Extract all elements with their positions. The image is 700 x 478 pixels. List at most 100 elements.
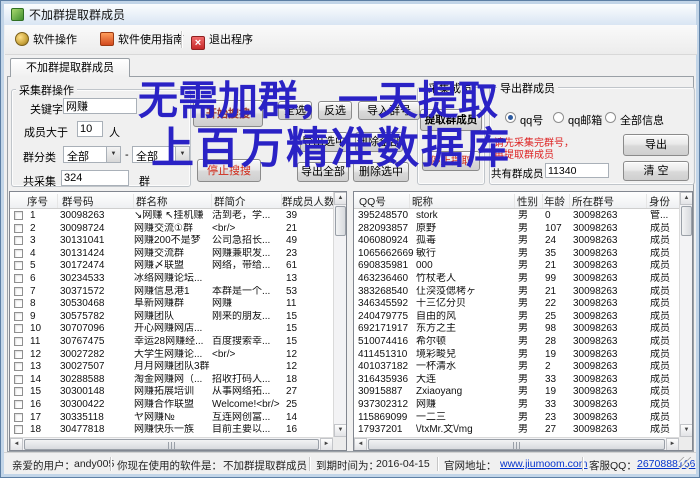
row-checkbox[interactable] [14,387,23,396]
column-header[interactable]: 昵称 [412,194,515,208]
row-checkbox[interactable] [14,425,23,434]
scroll-up-icon[interactable]: ▲ [334,192,347,205]
group-table-row[interactable]: 1430288588淘金网赚网（...招收打码人...18 [10,374,346,387]
category-combo-1[interactable]: 全部 ▼ [63,146,121,163]
member-table-row[interactable]: 395248570stork男030098263管... [354,210,692,223]
member-table-row[interactable]: 401037182一杯清水男230098263成员 [354,361,692,374]
member-table-row[interactable]: 240479775自由的风男2530098263成员 [354,311,692,324]
member-table-row[interactable]: 937302312网赚男3330098263成员 [354,399,692,412]
total-members-input[interactable] [545,163,609,178]
group-table-row[interactable]: 830530468阜新网赚群网赚11 [10,298,346,311]
clear-button[interactable]: 清 空 [623,161,689,181]
row-checkbox[interactable] [14,236,23,245]
member-table-row[interactable]: 406080924孤毒男2430098263成员 [354,235,692,248]
group-table-row[interactable]: 1130767475幸运28网赚经...百度搜索幸...15 [10,336,346,349]
member-table-row[interactable]: 316435936大连男3330098263成员 [354,374,692,387]
member-table-row[interactable]: 463236460竹杖老人男9930098263成员 [354,273,692,286]
column-header[interactable]: 群简介 [214,194,282,208]
row-checkbox[interactable] [14,312,23,321]
column-header[interactable]: 身份 [649,194,683,208]
radio-all-info[interactable] [605,112,616,123]
row-checkbox[interactable] [14,350,23,359]
column-header[interactable]: 群名称 [136,194,212,208]
row-checkbox[interactable] [14,324,23,333]
row-checkbox[interactable] [14,362,23,371]
category-combo-2[interactable]: 全部 ▼ [132,146,190,163]
group-table-row[interactable]: 330131041网赚200不是梦公司急招长...49 [10,235,346,248]
group-table-row[interactable]: 1630300422网赚合作联盟Welcome!<br/>25 [10,399,346,412]
delete-all-button[interactable]: 删除全部 [355,132,403,152]
group-table-row[interactable]: 1330027507月月网赚团队3群12 [10,361,346,374]
group-table-header[interactable]: 序号群号码群名称群简介群成员人数 [10,192,333,209]
member-table-row[interactable]: 346345592十三亿分贝男2230098263成员 [354,298,692,311]
website-link[interactable]: www.jiumoom.com [500,458,588,470]
toolbar-item-software-ops[interactable]: 软件操作 [15,30,77,50]
import-group-numbers-button[interactable]: 导入群号 [358,101,420,120]
row-checkbox[interactable] [14,413,23,422]
member-table-row[interactable]: 690835981000男2130098263成员 [354,260,692,273]
member-table-row[interactable]: 692171917东方之主男9830098263成员 [354,323,692,336]
row-checkbox[interactable] [14,337,23,346]
tab-extract-members[interactable]: 不加群提取群成员 [10,58,130,77]
group-table-vscrollbar[interactable]: ▲ ▼ [333,192,346,437]
export-button[interactable]: 导出 [623,134,689,156]
toolbar-item-exit[interactable]: ×退出程序 [191,30,253,50]
invert-select-button[interactable]: 反选 [318,101,352,120]
group-table-row[interactable]: 730371572网赚信息港1本群是一个...53 [10,286,346,299]
scroll-down-icon[interactable]: ▼ [680,424,693,437]
select-all-button[interactable]: 全选 [278,101,312,120]
member-table-row[interactable]: 1065662669敏行男3530098263成员 [354,248,692,261]
column-header[interactable]: 群成员人数 [282,194,336,208]
stop-search-button[interactable]: 停止搜搜 [197,159,261,182]
scroll-left-icon[interactable]: ◄ [354,438,367,451]
chevron-down-icon[interactable]: ▼ [175,147,189,162]
row-checkbox[interactable] [14,249,23,258]
row-checkbox[interactable] [14,224,23,233]
member-table-row[interactable]: 115869099一二三男2330098263成员 [354,412,692,425]
column-header[interactable]: 所在群号 [572,194,647,208]
export-selected-button[interactable]: 导出选中 [300,132,348,152]
member-table-row[interactable]: 411451310境彩畯兒男1930098263成员 [354,349,692,362]
collected-input[interactable] [61,170,129,186]
row-checkbox[interactable] [14,287,23,296]
hscroll-thumb[interactable] [368,439,665,450]
column-header[interactable]: 群号码 [62,194,134,208]
stop-extract-button[interactable]: 停止提取 [422,151,480,171]
group-table-row[interactable]: 1230027282大学生网赚论...<br/>12 [10,349,346,362]
toolbar-item-guide[interactable]: 软件使用指南 [100,30,184,50]
delete-selected-button[interactable]: 删除选中 [353,162,409,182]
column-header[interactable]: QQ号 [359,194,410,208]
export-all-button[interactable]: 导出全部 [297,162,349,182]
row-checkbox[interactable] [14,211,23,220]
member-table-hscrollbar[interactable]: ◄ ► [354,437,679,450]
group-table-row[interactable]: 1830477818网赚快乐一族目前主要以...16 [10,424,346,437]
group-table-hscrollbar[interactable]: ◄ ► [10,437,333,450]
keyword-input[interactable] [63,98,137,114]
scroll-left-icon[interactable]: ◄ [10,438,23,451]
row-checkbox[interactable] [14,375,23,384]
group-table-row[interactable]: 530172474网赚〆联盟网络，带给...61 [10,260,346,273]
column-header[interactable]: 性别 [517,194,543,208]
radio-qq-email[interactable] [553,112,564,123]
radio-qq-number[interactable] [505,112,516,123]
chevron-down-icon[interactable]: ▼ [106,147,120,162]
resize-grip[interactable] [679,457,691,469]
row-checkbox[interactable] [14,299,23,308]
member-table-header[interactable]: QQ号昵称性别年龄所在群号身份 [354,192,679,209]
column-header[interactable]: 序号 [27,194,58,208]
row-checkbox[interactable] [14,261,23,270]
member-table-row[interactable]: 510074416希尔顿男2830098263成员 [354,336,692,349]
member-table-vscrollbar[interactable]: ▲ ▼ [679,192,692,437]
scroll-down-icon[interactable]: ▼ [334,424,347,437]
row-checkbox[interactable] [14,274,23,283]
scroll-right-icon[interactable]: ► [320,438,333,451]
vscroll-thumb[interactable] [681,206,692,236]
column-header[interactable]: 年龄 [544,194,570,208]
members-gt-input[interactable] [77,121,103,137]
member-table-row[interactable]: 282093857原野男10730098263成员 [354,223,692,236]
member-table-row[interactable]: 17937201\/txMr.文\/mg男2730098263成员 [354,424,692,437]
group-table-row[interactable]: 1730335118ヤ网赚№互连网创富...14 [10,412,346,425]
vscroll-thumb[interactable] [335,206,346,236]
group-table-row[interactable]: 930575782网赚团队刚来的朋友...15 [10,311,346,324]
title-bar[interactable]: 不加群提取群成员 [4,4,696,25]
